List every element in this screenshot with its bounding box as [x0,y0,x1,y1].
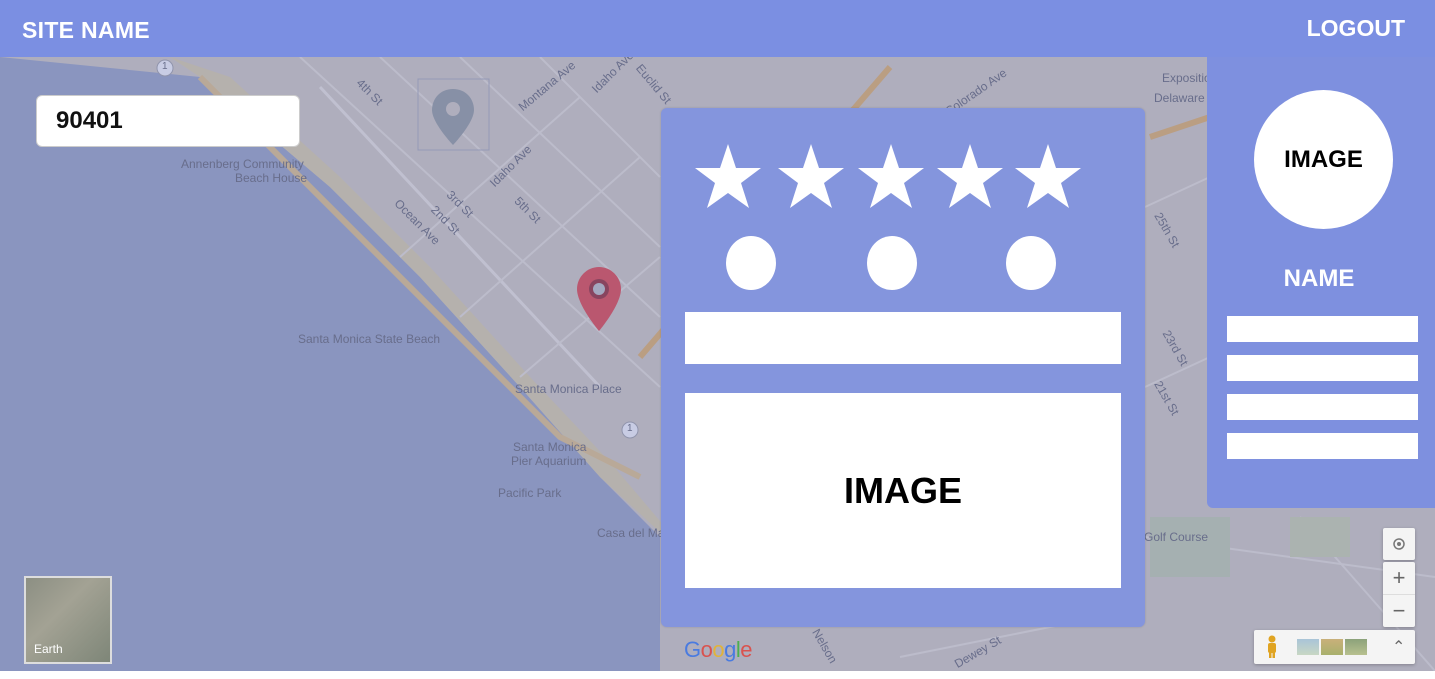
star-rating[interactable] [693,142,1113,212]
google-letter: o [712,637,725,662]
google-letter: e [740,637,753,662]
map-label: Expositio [1162,71,1211,85]
map-label: 25th St [1151,210,1183,250]
map-label: Casa del Mar [597,526,669,540]
profile-field[interactable] [1227,394,1418,420]
google-letter: G [684,637,701,662]
my-location-button[interactable] [1383,528,1415,560]
option-radio[interactable] [867,236,917,290]
map-label: Beach House [235,171,308,185]
avatar[interactable]: IMAGE [1254,90,1393,229]
profile-field[interactable] [1227,355,1418,381]
zip-search-input[interactable] [36,95,300,147]
map-label: Annenberg Community [181,157,304,171]
map-label: Golf Course [1144,530,1209,544]
star-icon[interactable] [693,142,763,212]
profile-field[interactable] [1227,433,1418,459]
map-label: Dewey St [951,633,1004,671]
map-label: Pier Aquarium [511,454,587,468]
location-pin-icon[interactable] [575,265,623,333]
profile-field[interactable] [1227,316,1418,342]
route-badge: 1 [162,61,168,72]
map-label: Santa Monica State Beach [298,332,441,346]
map-label: Idaho Ave [588,57,637,96]
map-label: Pacific Park [498,486,562,500]
map-label: 21st St [1151,378,1183,418]
map-label: Santa Monica Place [515,382,622,396]
google-logo: Google [684,637,753,663]
google-letter: o [700,637,713,662]
earth-view-toggle[interactable]: Earth [24,576,112,664]
layer-thumb-terrain[interactable] [1321,639,1343,655]
zoom-in-button[interactable]: + [1383,562,1415,594]
review-text-field[interactable] [685,312,1121,364]
map-label: Nelson [809,626,841,666]
star-icon[interactable] [1013,142,1083,212]
top-bar: SITE NAME LOGOUT [0,0,1435,57]
earth-label: Earth [34,642,63,656]
map-label: Idaho Ave [486,142,535,190]
logout-button[interactable]: LOGOUT [1307,15,1405,42]
map-label: Santa Monica [513,440,587,454]
review-card: IMAGE [661,108,1145,627]
map-label: Euclid St [633,61,675,107]
crosshair-icon [1393,538,1405,550]
route-badge: 1 [627,423,633,434]
profile-name: NAME [1283,265,1355,292]
star-icon[interactable] [856,142,926,212]
site-name[interactable]: SITE NAME [22,17,150,44]
map-label: 4th St [353,75,386,109]
map-label: 5th St [511,193,544,227]
zoom-controls: + − [1383,562,1415,627]
star-icon[interactable] [935,142,1005,212]
star-icon[interactable] [776,142,846,212]
map-label: Montana Ave [515,58,579,114]
google-letter: g [724,637,736,662]
option-radio[interactable] [1006,236,1056,290]
map-layers-bar: ⌃ [1254,630,1415,664]
zoom-out-button[interactable]: − [1383,594,1415,627]
option-radio[interactable] [726,236,776,290]
review-image-placeholder: IMAGE [685,393,1121,588]
layer-thumb-satellite[interactable] [1345,639,1367,655]
pegman-icon[interactable] [1264,635,1280,659]
expand-layers-button[interactable]: ⌃ [1392,637,1405,657]
map-label: 23rd St [1159,327,1192,369]
profile-panel: IMAGE NAME [1207,57,1435,508]
layer-thumb-map[interactable] [1297,639,1319,655]
